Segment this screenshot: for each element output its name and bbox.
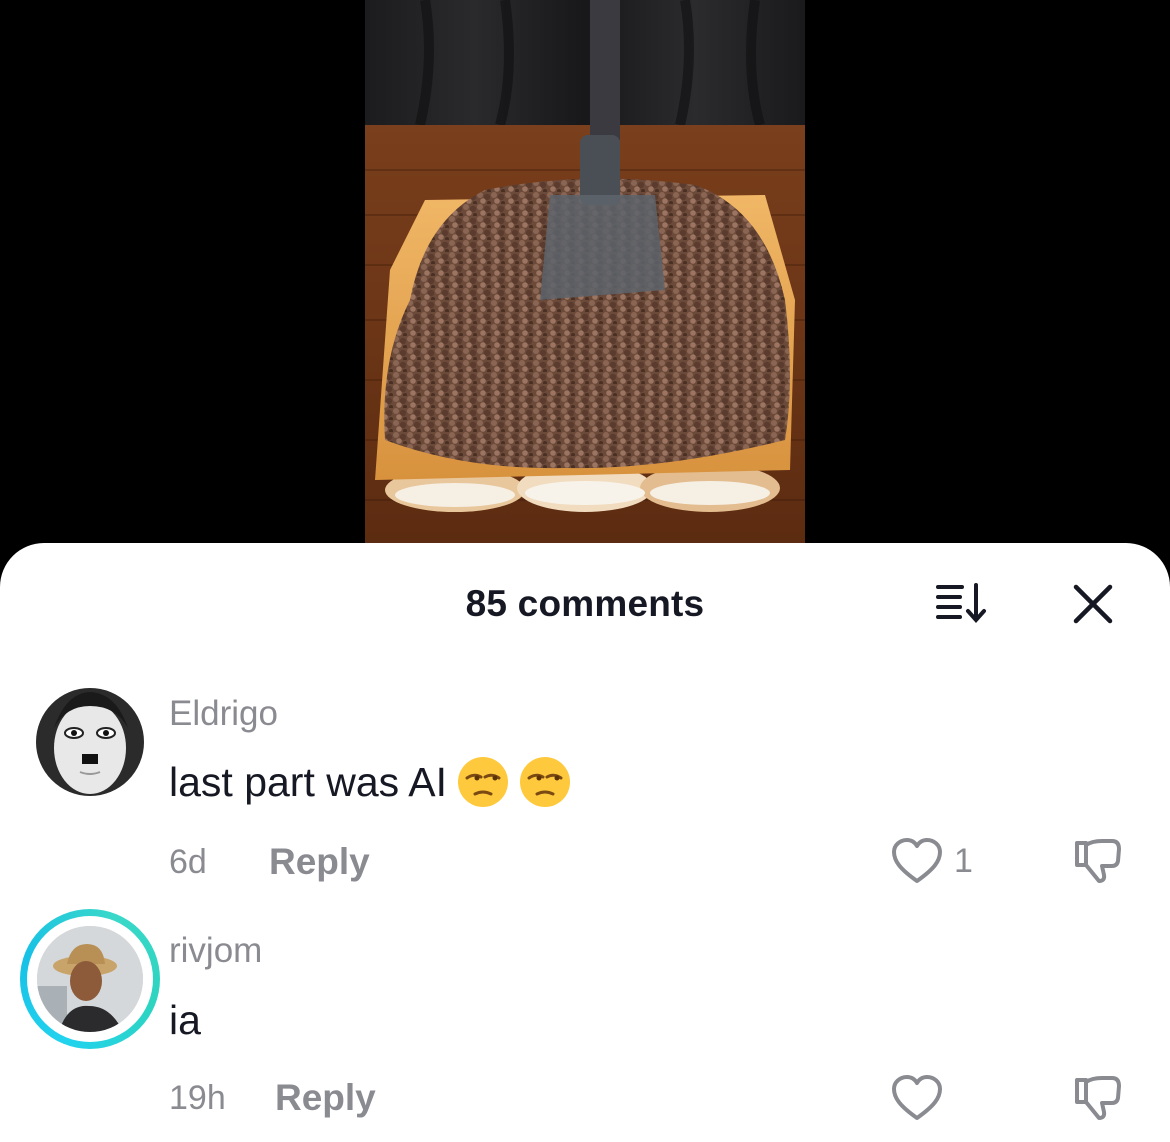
reply-button[interactable]: Reply	[275, 1077, 376, 1119]
sort-icon[interactable]	[928, 581, 992, 625]
dislike-button[interactable]	[1072, 1074, 1124, 1127]
video-frame	[365, 0, 805, 570]
heart-icon	[892, 838, 942, 883]
comment-body: last part was AI	[169, 758, 448, 805]
comment-body: ia	[169, 997, 201, 1043]
reply-button[interactable]: Reply	[269, 841, 370, 883]
like-count: 1	[954, 841, 973, 880]
comment-text: ia	[169, 997, 201, 1044]
unamused-face-emoji	[519, 756, 571, 808]
like-button[interactable]: 1	[890, 837, 973, 885]
close-icon[interactable]	[1066, 581, 1120, 627]
heart-icon	[892, 1075, 942, 1120]
video-player[interactable]	[0, 0, 1170, 570]
comment-username[interactable]: Eldrigo	[169, 694, 278, 734]
comment-time: 19h	[169, 1078, 226, 1117]
comment-text: last part was AI	[169, 756, 571, 808]
avatar[interactable]	[37, 926, 143, 1032]
comment-username[interactable]: rivjom	[169, 931, 262, 971]
comment-meta: 19h Reply	[169, 1077, 376, 1119]
dislike-button[interactable]	[1072, 837, 1124, 890]
comment-time: 6d	[169, 842, 207, 881]
comment-meta: 6d Reply	[169, 841, 370, 883]
thumbs-down-icon	[1075, 1076, 1121, 1120]
avatar[interactable]	[36, 688, 144, 796]
comments-sheet: 85 comments Eldrigo last part was AI 6d …	[0, 543, 1170, 1142]
thumbs-down-icon	[1075, 839, 1121, 883]
comments-count-title: 85 comments	[465, 583, 705, 624]
like-button[interactable]	[890, 1074, 944, 1122]
unamused-face-emoji	[457, 756, 509, 808]
